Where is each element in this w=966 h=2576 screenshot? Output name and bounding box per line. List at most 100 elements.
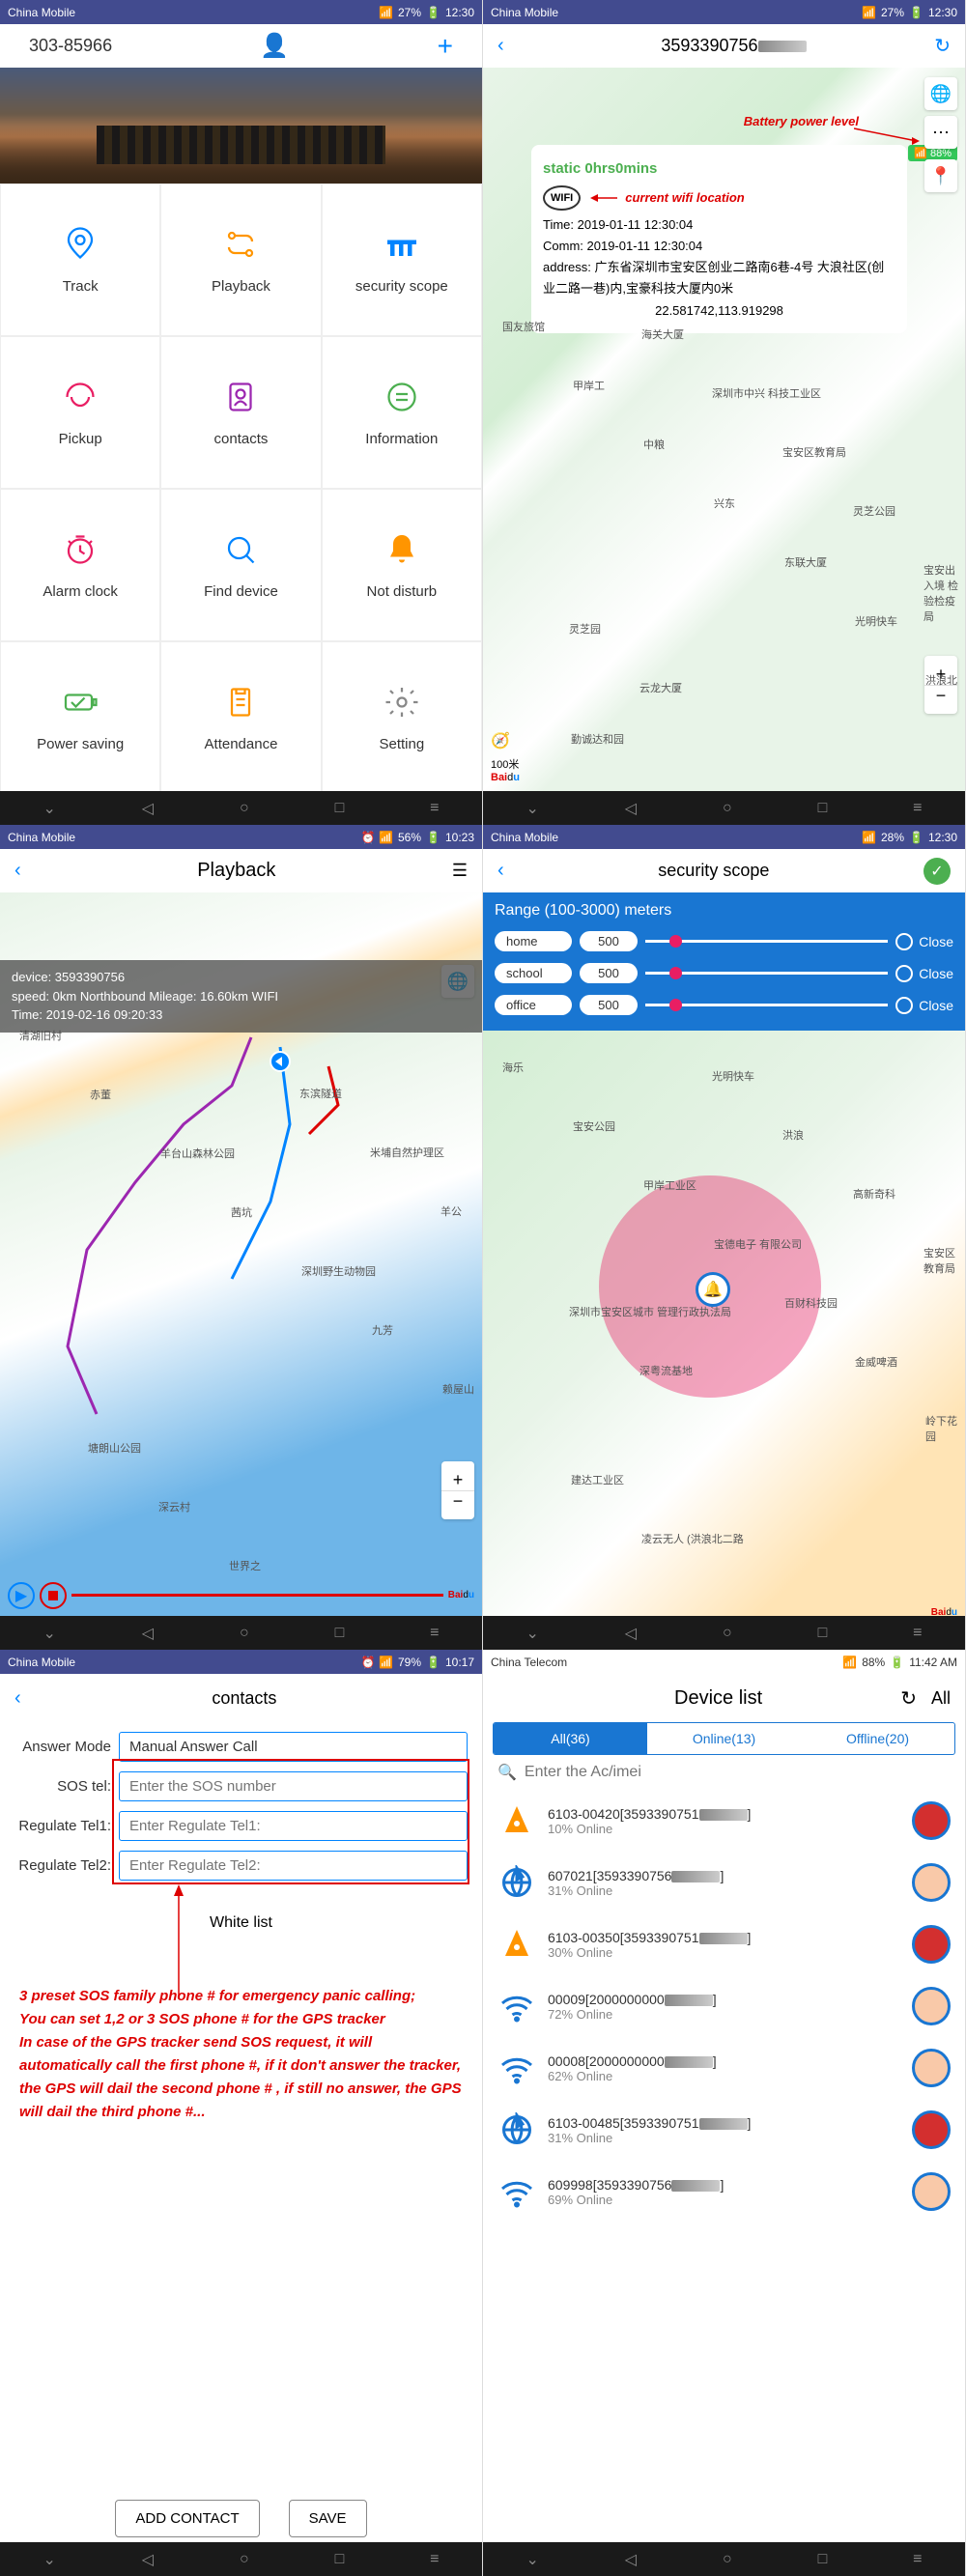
menu-item-security-scope[interactable]: security scope xyxy=(322,184,482,336)
save-button[interactable]: SAVE xyxy=(289,2500,367,2537)
answer-mode-select[interactable]: Manual Answer Call xyxy=(119,1732,468,1762)
avatar[interactable] xyxy=(912,1863,951,1902)
menu-item-alarm-clock[interactable]: Alarm clock xyxy=(0,489,160,641)
nav-back[interactable]: ◁ xyxy=(142,799,154,818)
refresh-icon[interactable]: ↻ xyxy=(900,1686,917,1711)
nav-menu[interactable]: ⌄ xyxy=(526,1624,538,1643)
close-toggle[interactable]: Close xyxy=(895,965,953,982)
menu-item-contacts[interactable]: contacts xyxy=(160,336,321,489)
compass-icon[interactable]: 🧭 xyxy=(491,731,510,750)
nav-back[interactable]: ◁ xyxy=(625,1624,637,1643)
playback-slider[interactable] xyxy=(71,1594,443,1597)
device-item[interactable]: 609998[3593390756]69% Online xyxy=(483,2161,965,2222)
map[interactable]: Battery power level 📶 88% static 0hrs0mi… xyxy=(483,68,965,791)
nav-back[interactable]: ◁ xyxy=(625,2550,637,2569)
back-button[interactable]: ‹ xyxy=(14,860,21,882)
nav-back[interactable]: ◁ xyxy=(625,799,637,818)
sos-input[interactable] xyxy=(119,1771,468,1801)
device-item[interactable]: 00008[2000000000]62% Online xyxy=(483,2037,965,2099)
menu-item-setting[interactable]: Setting xyxy=(322,641,482,794)
menu-item-not-disturb[interactable]: Not disturb xyxy=(322,489,482,641)
reg2-input[interactable] xyxy=(119,1851,468,1881)
nav-recent[interactable]: □ xyxy=(818,2551,828,2568)
nav-back[interactable]: ◁ xyxy=(142,1624,154,1643)
back-button[interactable]: ‹ xyxy=(497,35,504,57)
avatar[interactable] xyxy=(912,1987,951,2025)
menu-item-find-device[interactable]: Find device xyxy=(160,489,321,641)
map-more[interactable]: ⋯ xyxy=(924,116,957,149)
close-toggle[interactable]: Close xyxy=(895,933,953,950)
device-item[interactable]: 6103-00485[3593390751]31% Online xyxy=(483,2099,965,2161)
whitelist-link[interactable]: White list xyxy=(0,1900,482,1946)
map[interactable]: device: 3593390756 speed: 0km Northbound… xyxy=(0,892,482,1616)
nav-home[interactable]: ○ xyxy=(240,1625,249,1642)
map-zoom[interactable]: +− xyxy=(441,1461,474,1519)
back-button[interactable]: ‹ xyxy=(14,1687,21,1710)
nav-recent[interactable]: □ xyxy=(818,800,828,817)
device-item[interactable]: 6103-00350[3593390751]30% Online xyxy=(483,1913,965,1975)
menu-item-playback[interactable]: Playback xyxy=(160,184,321,336)
avatar[interactable] xyxy=(912,2172,951,2211)
all-label[interactable]: All xyxy=(931,1688,951,1709)
avatar[interactable] xyxy=(912,1801,951,1840)
map-zoom[interactable]: +− xyxy=(924,656,957,714)
nav-recent[interactable]: □ xyxy=(335,800,345,817)
avatar[interactable] xyxy=(912,2049,951,2087)
add-contact-button[interactable]: ADD CONTACT xyxy=(115,2500,259,2537)
map[interactable]: 🔔 海乐宝安公园甲岸工业区宝德电子 有限公司百财科技园金威啤酒岭下花园建达工业区… xyxy=(483,1031,965,1626)
map-locate[interactable]: 📍 xyxy=(924,159,957,192)
nav-more[interactable]: ≡ xyxy=(430,1625,439,1642)
user-icon[interactable]: 👤 xyxy=(260,32,289,60)
fence-range-input[interactable] xyxy=(580,963,638,983)
range-slider[interactable] xyxy=(645,1004,888,1006)
nav-recent[interactable]: □ xyxy=(818,1625,828,1642)
nav-back[interactable]: ◁ xyxy=(142,2550,154,2569)
stop-button[interactable] xyxy=(40,1582,67,1609)
geofence-pin[interactable]: 🔔 xyxy=(696,1272,730,1307)
tab-offline[interactable]: Offline(20) xyxy=(801,1723,954,1754)
device-item[interactable]: 00009[2000000000]72% Online xyxy=(483,1975,965,2037)
nav-more[interactable]: ≡ xyxy=(430,800,439,817)
nav-home[interactable]: ○ xyxy=(723,1625,732,1642)
nav-home[interactable]: ○ xyxy=(240,2551,249,2568)
nav-home[interactable]: ○ xyxy=(240,800,249,817)
nav-recent[interactable]: □ xyxy=(335,1625,345,1642)
fence-range-input[interactable] xyxy=(580,931,638,951)
close-toggle[interactable]: Close xyxy=(895,997,953,1014)
menu-item-information[interactable]: Information xyxy=(322,336,482,489)
menu-item-attendance[interactable]: Attendance xyxy=(160,641,321,794)
tab-online[interactable]: Online(13) xyxy=(647,1723,801,1754)
nav-more[interactable]: ≡ xyxy=(913,2551,922,2568)
confirm-button[interactable]: ✓ xyxy=(923,858,951,885)
nav-menu[interactable]: ⌄ xyxy=(43,799,55,818)
play-button[interactable]: ▶ xyxy=(8,1582,35,1609)
fence-name-input[interactable] xyxy=(495,963,572,983)
refresh-icon[interactable]: ↻ xyxy=(934,34,951,58)
fence-name-input[interactable] xyxy=(495,995,572,1015)
nav-more[interactable]: ≡ xyxy=(913,1625,922,1642)
tab-all[interactable]: All(36) xyxy=(494,1723,647,1754)
nav-more[interactable]: ≡ xyxy=(913,800,922,817)
search-input[interactable] xyxy=(525,1764,951,1781)
avatar[interactable] xyxy=(912,2110,951,2149)
range-slider[interactable] xyxy=(645,972,888,975)
nav-menu[interactable]: ⌄ xyxy=(43,2550,55,2569)
fence-range-input[interactable] xyxy=(580,995,638,1015)
back-button[interactable]: ‹ xyxy=(497,860,504,882)
device-item[interactable]: 607021[3593390756]31% Online xyxy=(483,1852,965,1913)
menu-item-pickup[interactable]: Pickup xyxy=(0,336,160,489)
nav-more[interactable]: ≡ xyxy=(430,2551,439,2568)
reg1-input[interactable] xyxy=(119,1811,468,1841)
device-item[interactable]: 6103-00420[3593390751]10% Online xyxy=(483,1790,965,1852)
nav-menu[interactable]: ⌄ xyxy=(526,799,538,818)
menu-item-power-saving[interactable]: Power saving xyxy=(0,641,160,794)
nav-home[interactable]: ○ xyxy=(723,800,732,817)
range-slider[interactable] xyxy=(645,940,888,943)
menu-icon[interactable]: ☰ xyxy=(452,861,468,881)
nav-home[interactable]: ○ xyxy=(723,2551,732,2568)
nav-menu[interactable]: ⌄ xyxy=(43,1624,55,1643)
nav-menu[interactable]: ⌄ xyxy=(526,2550,538,2569)
nav-recent[interactable]: □ xyxy=(335,2551,345,2568)
add-icon[interactable]: + xyxy=(438,31,453,62)
menu-item-track[interactable]: Track xyxy=(0,184,160,336)
